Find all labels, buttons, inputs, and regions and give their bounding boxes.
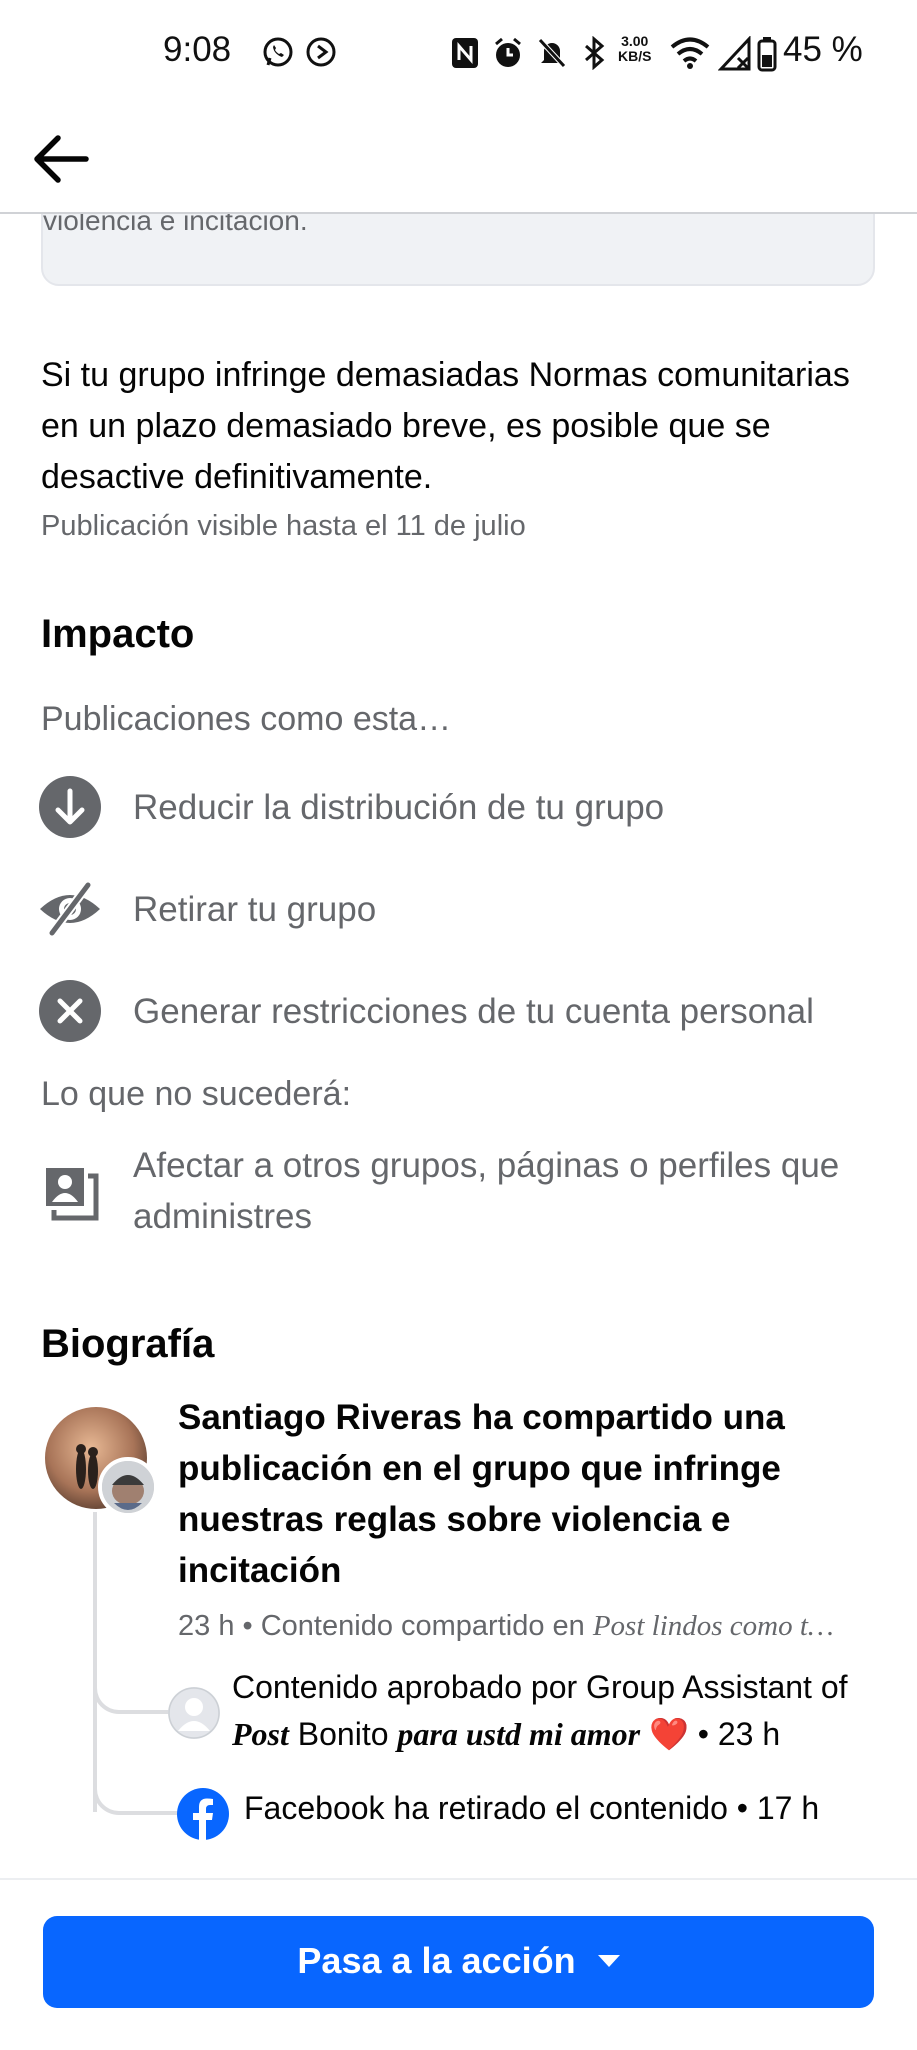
biography-heading: Biografía — [41, 1322, 215, 1366]
arrow-down-circle-icon — [39, 776, 101, 838]
approved-event-text: Contenido aprobado por Group Assistant o… — [232, 1669, 848, 1752]
group-avatar-badge — [98, 1457, 158, 1517]
actor-name[interactable]: Santiago Riveras — [178, 1398, 462, 1437]
removed-event-text: Facebook ha retirado el contenido • 17 h — [244, 1790, 820, 1826]
facebook-icon — [177, 1788, 229, 1840]
heart-emoji: ❤️ — [649, 1716, 689, 1752]
impact-item-label: Generar restricciones de tu cuenta perso… — [133, 992, 814, 1031]
impact-heading: Impacto — [41, 612, 195, 656]
meta-separator: • — [242, 1610, 253, 1642]
x-circle-icon — [39, 980, 101, 1042]
meta-prefix: Contenido compartido en — [260, 1610, 585, 1642]
wont-happen-label: Afectar a otros grupos, páginas o perfil… — [133, 1146, 840, 1236]
eye-off-icon — [40, 882, 100, 936]
content-area[interactable]: violencia e incitación. Si tu grupo infr… — [0, 0, 917, 1878]
group-link[interactable]: Post lindos como t… — [593, 1610, 834, 1642]
impact-subheading: Publicaciones como esta… — [41, 700, 452, 738]
timeline-event-text: Santiago Riveras ha compartido una publi… — [178, 1392, 878, 1596]
warning-text: Si tu grupo infringe demasiadas Normas c… — [41, 356, 850, 496]
default-avatar-icon — [168, 1687, 220, 1739]
caret-down-icon — [597, 1955, 620, 1968]
profiles-icon — [46, 1168, 99, 1221]
timeline-connector — [93, 1640, 172, 1714]
wont-happen-heading: Lo que no sucederá: — [41, 1075, 352, 1113]
take-action-button[interactable]: Pasa a la acción — [43, 1916, 874, 2008]
arrow-left-icon[interactable] — [28, 126, 94, 192]
timeline-connector — [93, 1745, 177, 1815]
take-action-label: Pasa a la acción — [297, 1940, 576, 1981]
impact-item-label: Retirar tu grupo — [133, 890, 377, 929]
visible-until-text: Publicación visible hasta el 11 de julio — [41, 510, 526, 542]
impact-item-label: Reducir la distribución de tu grupo — [133, 788, 665, 827]
event-meta: 23 h • Contenido compartido en Post lind… — [178, 1610, 878, 1643]
event-time: 23 h — [178, 1610, 235, 1642]
impact-item: Reducir la distribución de tu grupo — [38, 775, 898, 845]
impact-item: Generar restricciones de tu cuenta perso… — [38, 979, 898, 1049]
bottom-action-bar: Pasa a la acción — [0, 1878, 917, 2050]
impact-item: Retirar tu grupo — [38, 877, 898, 947]
wont-happen-item: Afectar a otros grupos, páginas o perfil… — [38, 1140, 898, 1250]
app-bar — [0, 106, 917, 214]
